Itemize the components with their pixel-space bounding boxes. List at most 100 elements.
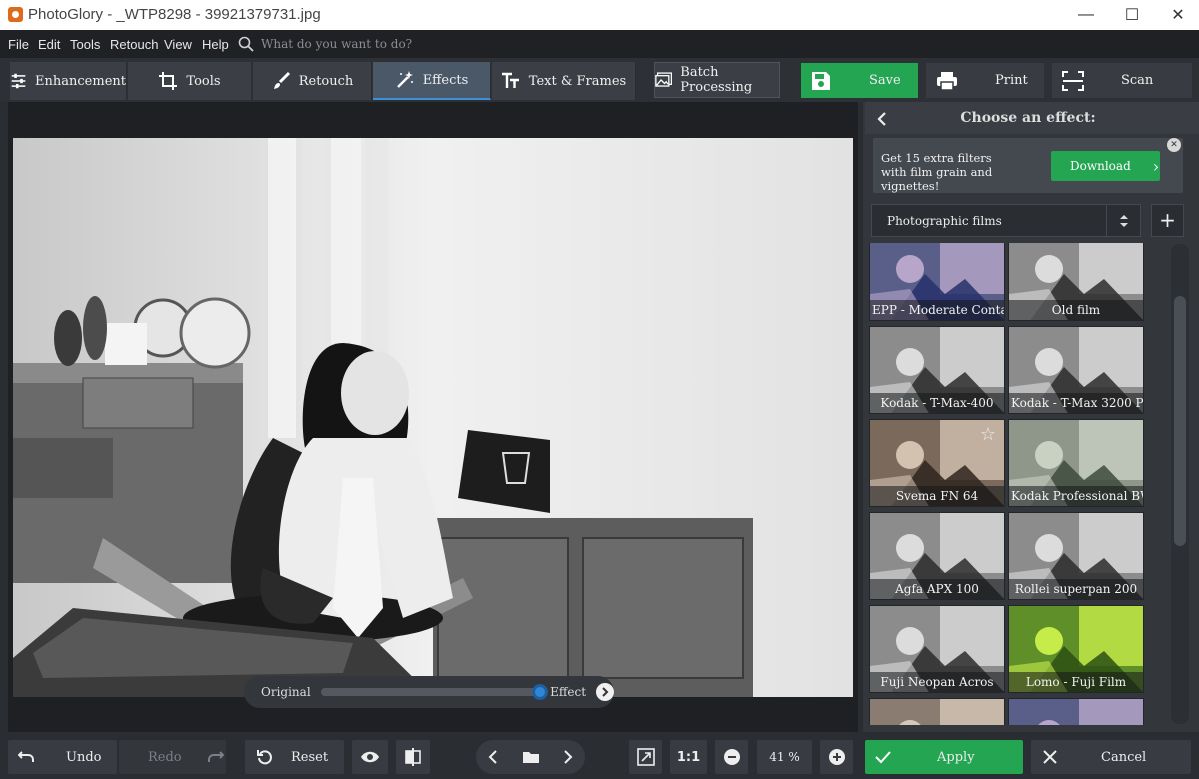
fit-screen-icon — [636, 748, 655, 766]
effect-thumbnail[interactable] — [869, 698, 1005, 725]
floppy-disk-icon — [812, 71, 830, 90]
effect-label: Kodak - T-Max-400 — [870, 393, 1004, 413]
effect-thumbnail[interactable] — [1008, 698, 1144, 725]
effect-thumbnail[interactable]: EPP - Moderate Contast - … — [869, 243, 1005, 321]
scan-icon — [1062, 70, 1084, 91]
scrollbar-thumb[interactable] — [1174, 296, 1186, 546]
effect-thumbnail[interactable]: Lomo - Fuji Film — [1008, 605, 1144, 693]
apply-button[interactable]: Apply — [865, 740, 1023, 774]
menu-file[interactable]: File — [8, 37, 29, 52]
undo-button[interactable]: Undo — [8, 740, 117, 774]
close-promo-icon[interactable]: ✕ — [1167, 138, 1181, 152]
zoom-1to1-button[interactable]: 1:1 — [670, 740, 707, 774]
menu-edit[interactable]: Edit — [38, 37, 60, 52]
reset-button[interactable]: Reset — [245, 740, 344, 774]
close-window-button[interactable]: ✕ — [1155, 0, 1199, 30]
folder-icon[interactable] — [522, 750, 540, 764]
tab-text-frames[interactable]: Text & Frames — [492, 62, 636, 100]
add-category-button[interactable]: + — [1151, 204, 1184, 237]
compare-slider-fill — [320, 688, 541, 696]
effect-thumbnail[interactable]: Old film — [1008, 243, 1144, 321]
compare-slider-handle[interactable] — [532, 684, 549, 700]
category-value: Photographic films — [887, 214, 1002, 228]
print-button[interactable]: Print — [926, 63, 1044, 98]
zoom-level[interactable]: 41 % — [757, 740, 812, 774]
effects-scrollbar[interactable] — [1171, 244, 1189, 724]
effect-thumbnail[interactable]: Agfa APX 100 — [869, 512, 1005, 600]
tab-tools[interactable]: Tools — [128, 62, 252, 100]
updown-arrows-icon — [1120, 215, 1128, 227]
undo-label: Undo — [66, 749, 102, 765]
fit-to-screen-button[interactable] — [629, 740, 662, 774]
effect-label: EPP - Moderate Contast - … — [870, 300, 1004, 320]
printer-icon — [937, 71, 957, 91]
command-search-input[interactable]: What do you want to do? — [261, 37, 412, 51]
next-image-icon[interactable] — [563, 750, 573, 764]
menu-retouch[interactable]: Retouch — [110, 37, 158, 52]
menu-view[interactable]: View — [164, 37, 192, 52]
redo-label: Redo — [148, 749, 182, 765]
effect-thumbnail[interactable]: Kodak Professional BW 4… — [1008, 419, 1144, 507]
effect-thumbnail[interactable]: Rollei superpan 200 — [1008, 512, 1144, 600]
effects-grid: EPP - Moderate Contast - …Old film Kodak … — [869, 243, 1169, 725]
back-icon[interactable] — [877, 112, 887, 126]
save-button[interactable]: Save — [801, 63, 918, 98]
panel-title: Choose an effect: — [960, 110, 1096, 126]
effect-label: Fuji Neopan Acros — [870, 672, 1004, 692]
zoom-out-button[interactable] — [715, 740, 748, 774]
chevron-right-icon — [602, 687, 609, 697]
tab-label: Text & Frames — [528, 73, 627, 89]
photo-image — [13, 138, 853, 697]
crop-icon — [159, 72, 178, 90]
favorite-star-icon[interactable]: ☆ — [980, 424, 996, 445]
apply-label: Apply — [937, 749, 975, 765]
scan-button[interactable]: Scan — [1052, 63, 1192, 98]
effect-label: Old film — [1009, 300, 1143, 320]
photo-preview[interactable] — [13, 138, 853, 697]
minimize-button[interactable]: — — [1063, 0, 1109, 30]
reset-icon — [257, 750, 272, 765]
compare-slider-track[interactable] — [320, 684, 549, 700]
save-label: Save — [869, 73, 901, 88]
menu-bar: File Edit Tools Retouch View Help What d… — [0, 30, 1199, 58]
original-label: Original — [261, 685, 311, 699]
maximize-button[interactable]: ☐ — [1109, 0, 1155, 30]
effect-thumbnail[interactable]: Kodak - T-Max-400 — [869, 326, 1005, 414]
effect-label: Agfa APX 100 — [870, 579, 1004, 599]
batch-processing-button[interactable]: Batch Processing — [654, 62, 780, 98]
redo-icon — [207, 751, 224, 762]
cancel-button[interactable]: Cancel — [1031, 740, 1191, 774]
next-effect-button[interactable] — [596, 683, 614, 701]
tab-effects[interactable]: Effects — [373, 62, 491, 100]
eye-icon — [361, 751, 379, 763]
split-view-button[interactable] — [396, 740, 430, 774]
effect-label: Kodak - T-Max 3200 Pro… — [1009, 393, 1143, 413]
zoom-in-button[interactable] — [820, 740, 853, 774]
batch-processing-label: Batch Processing — [680, 65, 753, 95]
effect-label: Kodak Professional BW 4… — [1009, 486, 1143, 506]
preview-toggle-button[interactable] — [352, 740, 388, 774]
select-divider — [1106, 205, 1107, 236]
navigation-group — [476, 740, 585, 774]
redo-button[interactable]: Redo — [119, 740, 226, 774]
tab-label: Effects — [422, 72, 469, 88]
previous-image-icon[interactable] — [488, 750, 498, 764]
text-icon — [501, 72, 519, 88]
menu-tools[interactable]: Tools — [70, 37, 100, 52]
reset-label: Reset — [291, 749, 329, 765]
effect-thumbnail[interactable]: Fuji Neopan Acros — [869, 605, 1005, 693]
menu-help[interactable]: Help — [202, 37, 229, 52]
tab-enhancement[interactable]: Enhancement — [10, 62, 127, 100]
effect-thumbnail[interactable]: Svema FN 64 ☆ — [869, 419, 1005, 507]
effect-label: Lomo - Fuji Film — [1009, 672, 1143, 692]
search-icon[interactable] — [238, 36, 254, 52]
effect-label: Effect — [550, 685, 587, 699]
chevron-right-icon: › — [1152, 156, 1160, 176]
images-icon — [655, 72, 673, 87]
cancel-label: Cancel — [1101, 749, 1147, 765]
tab-retouch[interactable]: Retouch — [253, 62, 372, 100]
category-select[interactable]: Photographic films — [871, 204, 1141, 237]
brush-icon — [273, 71, 290, 89]
download-button[interactable]: Download › — [1051, 151, 1160, 181]
effect-thumbnail[interactable]: Kodak - T-Max 3200 Pro… — [1008, 326, 1144, 414]
